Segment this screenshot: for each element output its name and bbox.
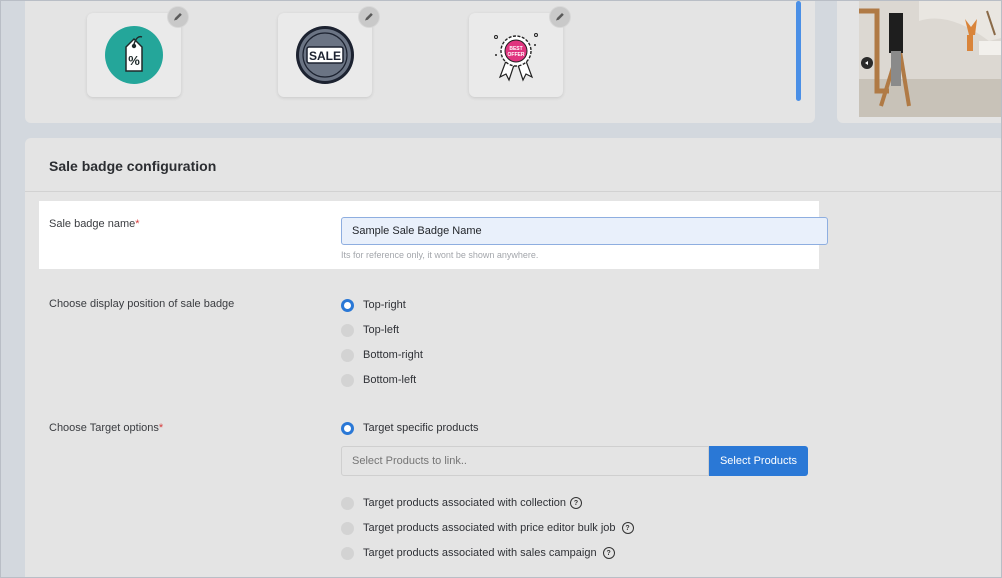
option-label: Target products associated with collecti…: [363, 497, 566, 509]
option-label: Target products associated with price ed…: [363, 522, 616, 534]
radio-target-sales-campaign[interactable]: Target products associated with sales ca…: [341, 545, 615, 561]
svg-text:OFFER: OFFER: [508, 52, 525, 58]
radio-target-price-editor[interactable]: Target products associated with price ed…: [341, 520, 634, 536]
badge-gallery: % SALE BEST OFFER: [25, 1, 815, 123]
pencil-icon: [556, 13, 564, 21]
gallery-scrollbar[interactable]: [796, 1, 801, 101]
radio-bottom-left[interactable]: Bottom-left: [341, 372, 416, 388]
radio-button[interactable]: [341, 348, 354, 362]
radio-top-left[interactable]: Top-left: [341, 322, 399, 338]
radio-button[interactable]: [341, 496, 354, 510]
name-field-hint: Its for reference only, it wont be shown…: [341, 250, 539, 260]
radio-target-specific-products[interactable]: Target specific products: [341, 420, 479, 436]
radio-button[interactable]: [341, 421, 354, 435]
svg-text:%: %: [128, 53, 140, 68]
radio-button[interactable]: [341, 298, 354, 312]
product-selector: Select Products: [341, 446, 808, 476]
select-products-button[interactable]: Select Products: [709, 446, 808, 476]
help-icon[interactable]: ?: [602, 547, 615, 559]
app-frame: % SALE BEST OFFER Sale badge configurati…: [0, 0, 1002, 578]
percent-tag-icon: %: [105, 26, 163, 84]
radio-bottom-right[interactable]: Bottom-right: [341, 347, 423, 363]
sale-circle-icon: SALE: [296, 26, 354, 84]
radio-button[interactable]: [341, 373, 354, 387]
radio-top-right[interactable]: Top-right: [341, 297, 406, 313]
best-offer-rosette-icon: BEST OFFER: [494, 33, 538, 82]
badge-tile-percent[interactable]: %: [87, 6, 189, 97]
help-icon[interactable]: ?: [570, 497, 582, 509]
radio-target-collection[interactable]: Target products associated with collecti…: [341, 495, 582, 511]
pencil-icon: [365, 13, 373, 21]
radio-button[interactable]: [341, 323, 354, 337]
sale-badge-name-label: Sale badge name*: [49, 218, 140, 230]
edit-badge-button[interactable]: [358, 6, 380, 28]
edit-badge-button[interactable]: [167, 6, 189, 28]
target-options-label: Choose Target options*: [49, 422, 164, 434]
sale-badge-configuration: Sale badge configuration Sale badge name…: [25, 138, 1001, 577]
badge-tile-sale[interactable]: SALE: [278, 6, 380, 97]
pencil-icon: [174, 13, 182, 21]
badge-tile-best-offer[interactable]: BEST OFFER: [469, 6, 571, 97]
option-label: Target products associated with sales ca…: [363, 547, 597, 559]
edit-badge-button[interactable]: [549, 6, 571, 28]
section-title: Sale badge configuration: [49, 158, 217, 174]
help-icon[interactable]: ?: [621, 522, 634, 534]
divider: [25, 191, 1001, 192]
position-label: Choose display position of sale badge: [49, 298, 235, 310]
svg-text:SALE: SALE: [309, 49, 341, 63]
products-search-input[interactable]: [341, 446, 709, 476]
radio-button[interactable]: [341, 546, 354, 560]
radio-button[interactable]: [341, 521, 354, 535]
sale-badge-name-input[interactable]: [341, 217, 828, 245]
badge-preview: [837, 1, 1001, 123]
product-preview-image: [859, 1, 1001, 117]
